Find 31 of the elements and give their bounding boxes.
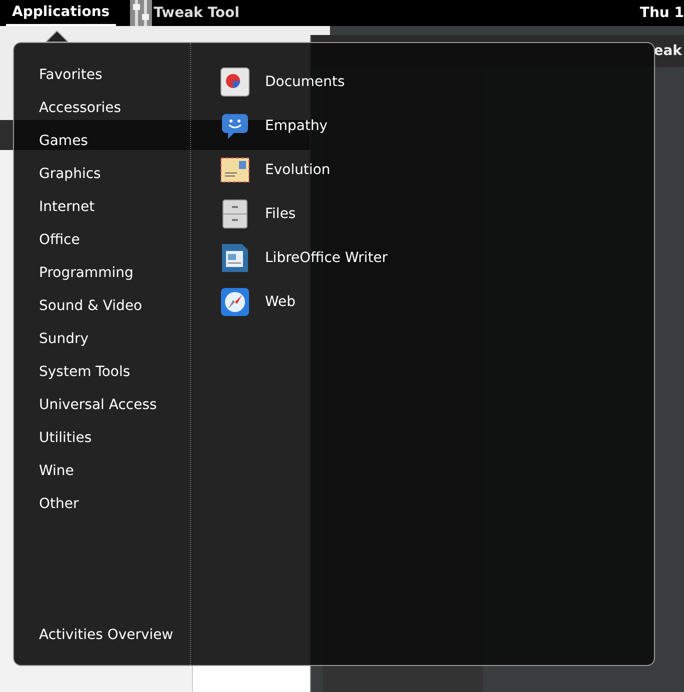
file-cabinet-icon — [220, 199, 250, 229]
category-item[interactable]: Office — [39, 224, 190, 257]
activities-overview-item[interactable]: Activities Overview — [39, 619, 190, 652]
app-name[interactable]: Tweak Tool — [154, 2, 240, 24]
category-item[interactable]: Favorites — [39, 59, 190, 92]
category-item[interactable]: Utilities — [39, 422, 190, 455]
clock[interactable]: Thu 1 — [640, 2, 684, 24]
category-item[interactable]: Programming — [39, 257, 190, 290]
category-item[interactable]: Games — [39, 125, 190, 158]
category-item[interactable]: Sound & Video — [39, 290, 190, 323]
category-item[interactable]: Internet — [39, 191, 190, 224]
app-item[interactable]: Evolution — [220, 148, 388, 192]
category-item[interactable]: System Tools — [39, 356, 190, 389]
applications-button[interactable]: Applications — [6, 0, 116, 26]
compass-icon — [220, 287, 250, 317]
category-item[interactable]: Graphics — [39, 158, 190, 191]
category-item[interactable]: Universal Access — [39, 389, 190, 422]
app-item[interactable]: Documents — [220, 60, 388, 104]
app-item[interactable]: Web — [220, 280, 388, 324]
category-item[interactable]: Other — [39, 488, 190, 521]
app-item[interactable]: Files — [220, 192, 388, 236]
category-item[interactable]: Accessories — [39, 92, 190, 125]
document-chart-icon — [220, 67, 250, 97]
app-item[interactable]: LibreOffice Writer — [220, 236, 388, 280]
chat-bubble-icon — [220, 111, 250, 141]
window-title: eak — [654, 42, 682, 60]
app-item[interactable]: Empathy — [220, 104, 388, 148]
text-document-icon — [220, 243, 250, 273]
envelope-icon — [220, 155, 250, 185]
category-item[interactable]: Wine — [39, 455, 190, 488]
category-item[interactable]: Sundry — [39, 323, 190, 356]
